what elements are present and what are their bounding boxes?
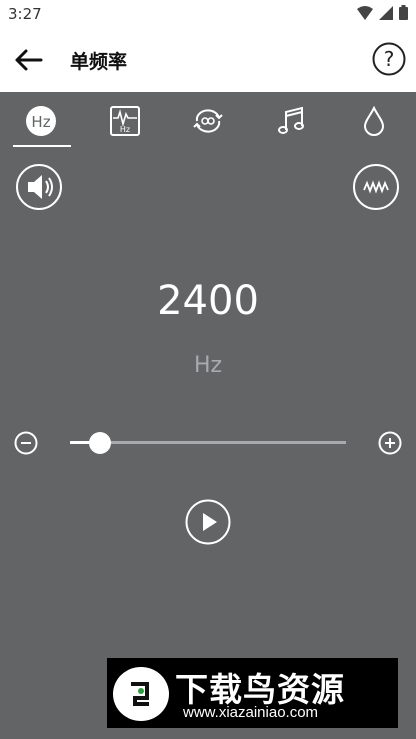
mode-tabs: Hz Hz [0, 92, 416, 150]
hz-icon: Hz [26, 106, 56, 136]
speaker-button[interactable] [16, 164, 62, 210]
watermark-url: www.xiazainiao.com [183, 704, 319, 721]
bird-logo-icon [131, 682, 149, 706]
waveform-button[interactable] [353, 164, 399, 210]
signal-icon [379, 5, 393, 20]
svg-text:Hz: Hz [120, 125, 130, 134]
music-note-icon [278, 106, 304, 134]
battery-icon [399, 5, 408, 20]
status-bar: 3:27 [0, 0, 416, 28]
app-bar: 单频率 ? [0, 28, 416, 92]
loop-icon [193, 109, 223, 133]
drop-icon [363, 105, 385, 136]
question-circle-icon[interactable]: ? [372, 42, 406, 76]
play-icon[interactable] [185, 499, 231, 545]
arrow-left-icon[interactable] [14, 46, 44, 74]
plus-circle-icon[interactable] [378, 431, 402, 455]
tab-music[interactable] [263, 102, 319, 140]
selected-tab-indicator [13, 145, 71, 147]
waveform-icon [363, 180, 389, 194]
svg-text:Hz: Hz [31, 113, 50, 131]
wifi-icon [357, 5, 373, 20]
tab-sweep[interactable]: Hz [97, 102, 153, 140]
frequency-slider[interactable] [70, 441, 346, 444]
watermark-logo [113, 667, 169, 721]
svg-text:?: ? [384, 47, 395, 71]
sweep-hz-icon: Hz [110, 106, 140, 136]
tab-drop[interactable] [346, 102, 402, 140]
tab-loop[interactable] [180, 102, 236, 140]
minus-circle-icon[interactable] [14, 431, 38, 455]
frequency-unit: Hz [193, 353, 223, 378]
frequency-value: 2400 [157, 278, 259, 324]
slider-thumb[interactable] [89, 432, 112, 454]
status-icons [357, 5, 408, 20]
watermark-banner: 下载鸟资源 www.xiazainiao.com [107, 658, 398, 728]
page-title: 单频率 [70, 51, 128, 73]
speaker-icon [28, 175, 53, 199]
tab-hz[interactable]: Hz [13, 102, 69, 140]
status-time: 3:27 [8, 5, 42, 23]
